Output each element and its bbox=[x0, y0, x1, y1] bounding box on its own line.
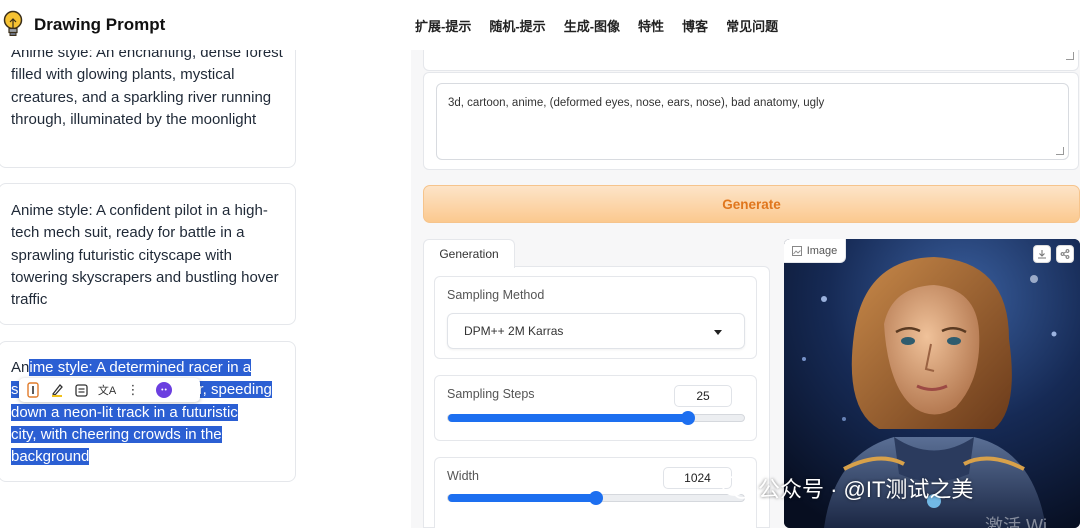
highlighter-icon[interactable] bbox=[48, 381, 66, 399]
resize-handle-icon[interactable] bbox=[1066, 52, 1074, 60]
top-header: Drawing Prompt 扩展-提示 随机-提示 生成-图像 特性 博客 常… bbox=[0, 0, 1080, 50]
selected-text: background bbox=[11, 448, 90, 466]
assistant-icon[interactable] bbox=[156, 382, 172, 398]
note-icon[interactable] bbox=[72, 381, 90, 399]
watermark-text: 公众号 · @IT测试之美 bbox=[758, 477, 974, 502]
selected-text: city, with cheering crowds in the bbox=[11, 425, 222, 443]
slider-thumb[interactable] bbox=[680, 411, 695, 425]
nav-blog[interactable]: 博客 bbox=[682, 16, 708, 35]
slider-fill bbox=[448, 494, 596, 502]
more-icon[interactable]: ⋮ bbox=[124, 381, 142, 399]
selected-text: r, speeding bbox=[198, 381, 272, 399]
watermark: 公众号 · @IT测试之美 bbox=[722, 470, 973, 506]
prompt-text: Anime style: A determined racer in a s r,… bbox=[11, 357, 283, 468]
selection-toolbar: 文A ⋮ bbox=[19, 378, 200, 402]
sampling-steps-slider[interactable] bbox=[447, 411, 745, 425]
lightbulb-icon bbox=[3, 10, 23, 36]
main-nav: 扩展-提示 随机-提示 生成-图像 特性 博客 常见问题 bbox=[415, 0, 796, 50]
chevron-down-icon bbox=[714, 330, 722, 335]
nav-generate-image[interactable]: 生成-图像 bbox=[564, 16, 620, 35]
width-slider[interactable] bbox=[447, 491, 745, 505]
prompt-text-plain: An bbox=[11, 359, 30, 376]
prompt-card[interactable]: Anime style: A determined racer in a s r,… bbox=[0, 341, 296, 482]
sampling-method-field: Sampling Method DPM++ 2M Karras bbox=[434, 276, 757, 359]
share-icon[interactable] bbox=[1056, 245, 1074, 263]
generate-button[interactable]: Generate bbox=[423, 185, 1080, 223]
sampling-steps-field: Sampling Steps 25 bbox=[434, 375, 757, 441]
sampling-steps-label: Sampling Steps bbox=[447, 387, 535, 401]
prompt-list: Anime style: An enchanting, dense forest… bbox=[0, 0, 410, 528]
prompt-card[interactable]: Anime style: A confident pilot in a high… bbox=[0, 183, 296, 325]
prompt-text: Anime style: An enchanting, dense forest… bbox=[11, 44, 283, 128]
slider-thumb[interactable] bbox=[589, 491, 603, 505]
selected-text: down a neon-lit track in a futuristic bbox=[11, 403, 238, 421]
nav-expand-prompt[interactable]: 扩展-提示 bbox=[415, 16, 471, 35]
image-label: Image bbox=[784, 239, 846, 263]
sampling-steps-input[interactable]: 25 bbox=[674, 385, 732, 407]
logo[interactable]: Drawing Prompt bbox=[2, 10, 165, 40]
image-icon bbox=[791, 245, 802, 256]
download-icon[interactable] bbox=[1033, 245, 1051, 263]
sampling-method-value: DPM++ 2M Karras bbox=[464, 324, 564, 338]
sampling-method-label: Sampling Method bbox=[447, 288, 545, 302]
translate-icon[interactable]: 文A bbox=[96, 381, 118, 399]
sampling-method-select[interactable]: DPM++ 2M Karras bbox=[447, 313, 745, 349]
negative-prompt-box: 3d, cartoon, anime, (deformed eyes, nose… bbox=[423, 72, 1079, 170]
wechat-icon bbox=[722, 476, 751, 499]
prompt-card[interactable]: Anime style: An enchanting, dense forest… bbox=[0, 30, 296, 168]
activate-windows-text: 激活 Wi bbox=[985, 516, 1047, 528]
width-label: Width bbox=[447, 469, 479, 483]
selected-text: ime style: A determined racer in a bbox=[29, 359, 252, 376]
nav-faq[interactable]: 常见问题 bbox=[726, 16, 778, 35]
nav-features[interactable]: 特性 bbox=[638, 16, 664, 35]
width-field: Width 1024 bbox=[434, 457, 757, 528]
resize-handle-icon[interactable] bbox=[1056, 147, 1064, 155]
image-label-text: Image bbox=[806, 244, 838, 257]
selected-text: s bbox=[11, 381, 19, 399]
prompt-text: Anime style: A confident pilot in a high… bbox=[11, 202, 279, 309]
text-cursor-icon[interactable] bbox=[24, 381, 42, 399]
slider-fill bbox=[448, 414, 688, 422]
nav-random-prompt[interactable]: 随机-提示 bbox=[489, 16, 545, 35]
negative-prompt-input[interactable]: 3d, cartoon, anime, (deformed eyes, nose… bbox=[436, 83, 1069, 160]
app-title: Drawing Prompt bbox=[34, 15, 166, 34]
tab-generation[interactable]: Generation bbox=[423, 239, 515, 268]
